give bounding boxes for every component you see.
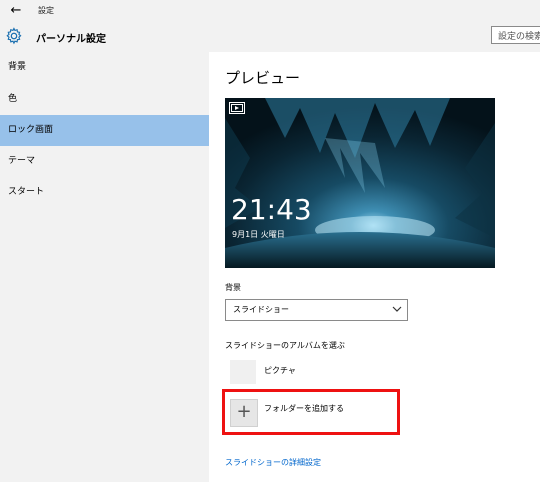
page-title: パーソナル設定 <box>36 34 106 45</box>
sidebar-item-background[interactable]: 背景 <box>0 52 209 83</box>
chevron-down-icon <box>392 306 402 312</box>
sidebar-item-color[interactable]: 色 <box>0 84 209 115</box>
album-thumbnail[interactable] <box>230 360 256 384</box>
preview-clock: 21:43 <box>231 193 312 226</box>
sidebar-item-lock-screen[interactable]: ロック画面 <box>0 115 209 146</box>
app-title: 設定 <box>38 6 54 15</box>
preview-heading: プレビュー <box>225 69 301 87</box>
highlight-box <box>222 389 400 435</box>
slideshow-advanced-settings-link[interactable]: スライドショーの詳細設定 <box>225 457 321 468</box>
gear-icon <box>6 27 22 45</box>
back-button[interactable]: ← <box>6 2 26 20</box>
sidebar-item-start[interactable]: スタート <box>0 177 209 208</box>
lock-screen-preview-image <box>225 98 495 268</box>
background-label: 背景 <box>225 283 241 292</box>
album-item-label[interactable]: ピクチャ <box>264 365 296 376</box>
preview-date: 9月1日 火曜日 <box>232 230 285 239</box>
album-section-label: スライドショーのアルバムを選ぶ <box>225 341 345 350</box>
background-dropdown-value: スライドショー <box>233 305 289 314</box>
sidebar-item-theme[interactable]: テーマ <box>0 146 209 177</box>
search-placeholder: 設定の検索 <box>498 32 540 42</box>
title-bar <box>0 0 540 22</box>
slideshow-icon <box>229 102 245 114</box>
